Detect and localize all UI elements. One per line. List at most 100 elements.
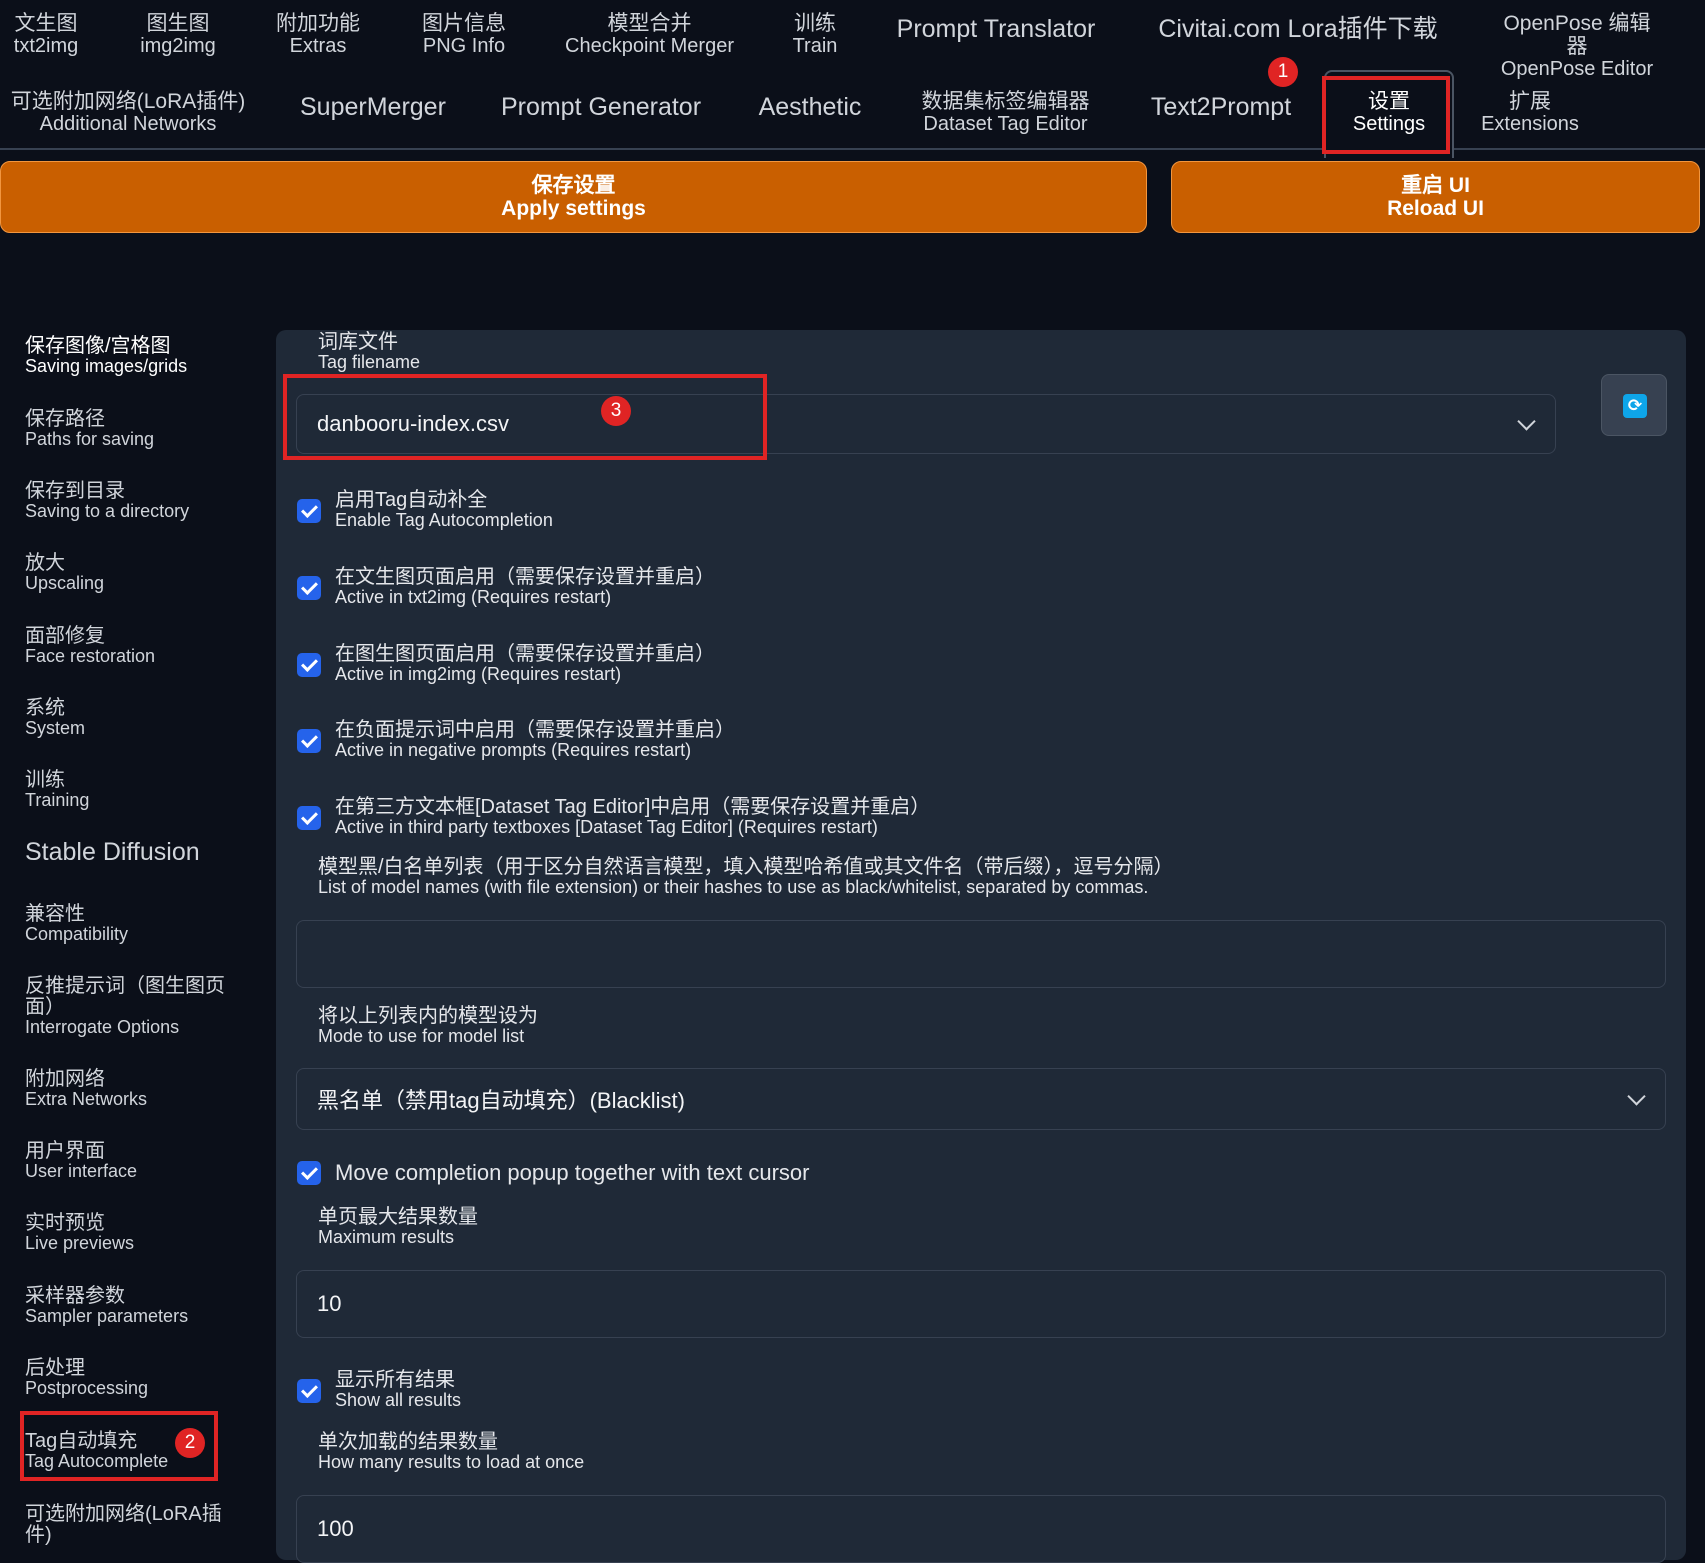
reload-ui-button[interactable]: 重启 UI Reload UI	[1171, 161, 1700, 233]
max-results-label: 单页最大结果数量 Maximum results	[318, 1207, 478, 1247]
tab-additional-networks[interactable]: 可选附加网络(LoRA插件) Additional Networks	[10, 90, 246, 135]
tab-label-zh: 模型合并	[607, 12, 692, 35]
tab-label-zh: 数据集标签编辑器	[921, 90, 1090, 113]
sidebar-heading-stable-diffusion: Stable Diffusion	[25, 838, 200, 866]
tab-label-en: Train	[792, 35, 838, 58]
sidebar-item-training[interactable]: 训练 Training	[25, 770, 235, 810]
checkbox-checked-icon[interactable]	[297, 576, 321, 600]
tab-supermerger[interactable]: SuperMerger	[300, 93, 446, 122]
sidebar-item-label-zh: 保存到目录	[25, 480, 125, 502]
sidebar-item-user-interface[interactable]: 用户界面 User interface	[25, 1141, 235, 1181]
sidebar-item-live-previews[interactable]: 实时预览 Live previews	[25, 1213, 235, 1253]
tab-label-zh: 图生图	[146, 12, 210, 35]
sidebar-item-upscaling[interactable]: 放大 Upscaling	[25, 553, 235, 593]
sidebar-item-paths[interactable]: 保存路径 Paths for saving	[25, 409, 235, 449]
tab-text2prompt[interactable]: Text2Prompt	[1148, 93, 1294, 122]
reload-label-zh: 重启 UI	[1401, 173, 1470, 197]
tab-txt2img[interactable]: 文生图 txt2img	[10, 12, 82, 57]
chevron-down-icon	[1517, 412, 1536, 431]
sidebar-item-sampler-parameters[interactable]: 采样器参数 Sampler parameters	[25, 1286, 235, 1326]
tab-png-info[interactable]: 图片信息 PNG Info	[418, 12, 510, 57]
sidebar-item-label-zh: 用户界面	[25, 1140, 105, 1162]
label-en: Maximum results	[318, 1227, 455, 1247]
tab-train[interactable]: 训练 Train	[788, 12, 842, 57]
label-en: Tag filename	[318, 352, 421, 372]
tab-prompt-translator[interactable]: Prompt Translator	[893, 15, 1099, 44]
tab-label-en: OpenPose Editor	[1500, 58, 1654, 81]
sidebar-item-label-zh: 保存图像/宫格图	[25, 335, 171, 357]
load-at-once-value: 100	[317, 1516, 354, 1541]
label-en: How many results to load at once	[318, 1452, 585, 1472]
tab-extras[interactable]: 附加功能 Extras	[272, 12, 364, 57]
sidebar-item-label-zh: 实时预览	[25, 1212, 105, 1234]
refresh-tag-files-button[interactable]: ⟳	[1601, 374, 1667, 436]
sidebar-item-label-en: Training	[25, 790, 90, 810]
sidebar-item-extra-networks[interactable]: 附加网络 Extra Networks	[25, 1069, 235, 1109]
sidebar-item-label-zh: 附加网络	[25, 1068, 105, 1090]
tab-extensions[interactable]: 扩展 Extensions	[1480, 90, 1580, 135]
model-list-label: 模型黑/白名单列表（用于区分自然语言模型，填入模型哈希值或其文件名（带后缀），逗…	[318, 857, 1174, 897]
top-tab-bar: 文生图 txt2img 图生图 img2img 附加功能 Extras 图片信息…	[0, 0, 1705, 158]
check-label-zh: 显示所有结果	[335, 1369, 455, 1391]
mode-select[interactable]: 黑名单（禁用tag自动填充）(Blacklist)	[296, 1068, 1666, 1130]
sidebar-item-interrogate[interactable]: 反推提示词（图生图页面） Interrogate Options	[25, 976, 235, 1037]
sidebar-item-directory[interactable]: 保存到目录 Saving to a directory	[25, 481, 235, 521]
checkbox-checked-icon[interactable]	[297, 1379, 321, 1403]
tab-civitai-lora[interactable]: Civitai.com Lora插件下载	[1153, 15, 1443, 44]
sidebar-item-saving-images[interactable]: 保存图像/宫格图 Saving images/grids	[25, 336, 235, 376]
tab-label-zh: OpenPose 编辑器	[1503, 12, 1651, 59]
sidebar-item-label-zh: 反推提示词（图生图页面）	[25, 975, 225, 1018]
label-zh: 单页最大结果数量	[318, 1206, 478, 1228]
tab-img2img[interactable]: 图生图 img2img	[135, 12, 221, 57]
reload-label-en: Reload UI	[1387, 197, 1484, 220]
tab-label-zh: 设置	[1368, 90, 1410, 113]
tab-label-en: txt2img	[13, 35, 79, 58]
label-zh: 将以上列表内的模型设为	[318, 1005, 538, 1027]
tab-label-zh: 附加功能	[276, 12, 360, 35]
sidebar-item-label-en: Tag Autocomplete	[25, 1451, 169, 1471]
tab-openpose-editor[interactable]: OpenPose 编辑器 OpenPose Editor	[1493, 12, 1661, 80]
sidebar-item-additional-networks[interactable]: 可选附加网络(LoRA插件)	[25, 1504, 235, 1546]
sidebar-item-label-zh: 训练	[25, 769, 65, 791]
checkbox-checked-icon[interactable]	[297, 729, 321, 753]
tab-label-en: Dataset Tag Editor	[923, 113, 1088, 136]
tab-label-en: Additional Networks	[39, 113, 217, 136]
sidebar-item-compatibility[interactable]: 兼容性 Compatibility	[25, 904, 235, 944]
load-at-once-input[interactable]: 100	[296, 1495, 1666, 1563]
settings-panel: 词库文件 Tag filename danbooru-index.csv 启用T…	[276, 330, 1686, 1563]
sidebar-item-label-zh: 兼容性	[25, 903, 85, 925]
checkbox-checked-icon[interactable]	[297, 1161, 321, 1185]
refresh-icon: ⟳	[1623, 394, 1647, 418]
tab-label-en: Checkpoint Merger	[565, 35, 734, 58]
model-list-input[interactable]	[296, 920, 1666, 988]
sidebar-item-label-en: Face restoration	[25, 646, 156, 666]
sidebar-item-postprocessing[interactable]: 后处理 Postprocessing	[25, 1358, 235, 1398]
sidebar-item-label-en: User interface	[25, 1161, 138, 1181]
checkbox-checked-icon[interactable]	[297, 653, 321, 677]
tab-prompt-generator[interactable]: Prompt Generator	[500, 93, 702, 122]
checkbox-checked-icon[interactable]	[297, 499, 321, 523]
max-results-input[interactable]: 10	[296, 1270, 1666, 1338]
tab-label-en: Settings	[1352, 113, 1426, 136]
check-label-en: Show all results	[335, 1390, 462, 1410]
apply-settings-button[interactable]: 保存设置 Apply settings	[0, 161, 1147, 233]
check-label-zh: 在文生图页面启用（需要保存设置并重启）	[335, 566, 715, 588]
sidebar-item-label-en: Saving images/grids	[25, 356, 188, 376]
sidebar-item-face-restoration[interactable]: 面部修复 Face restoration	[25, 626, 235, 666]
tab-dataset-tag-editor[interactable]: 数据集标签编辑器 Dataset Tag Editor	[918, 90, 1093, 135]
tab-aesthetic[interactable]: Aesthetic	[757, 93, 863, 122]
tab-label-en: Extensions	[1481, 113, 1579, 136]
tag-filename-value: danbooru-index.csv	[317, 411, 510, 436]
tag-filename-select[interactable]: danbooru-index.csv	[296, 394, 1556, 454]
sidebar-item-label-zh: 保存路径	[25, 408, 105, 430]
chevron-down-icon	[1627, 1087, 1646, 1106]
tab-checkpoint-merger[interactable]: 模型合并 Checkpoint Merger	[562, 12, 737, 57]
sidebar-item-label-en: Compatibility	[25, 924, 129, 944]
tab-settings[interactable]: 设置 Settings	[1324, 70, 1454, 158]
sidebar-item-system[interactable]: 系统 System	[25, 698, 235, 738]
apply-label-zh: 保存设置	[531, 173, 616, 197]
sidebar-item-label-en: Paths for saving	[25, 429, 155, 449]
checkbox-checked-icon[interactable]	[297, 806, 321, 830]
tab-label-zh: 图片信息	[422, 12, 506, 35]
sidebar-item-label-zh: 面部修复	[25, 625, 105, 647]
